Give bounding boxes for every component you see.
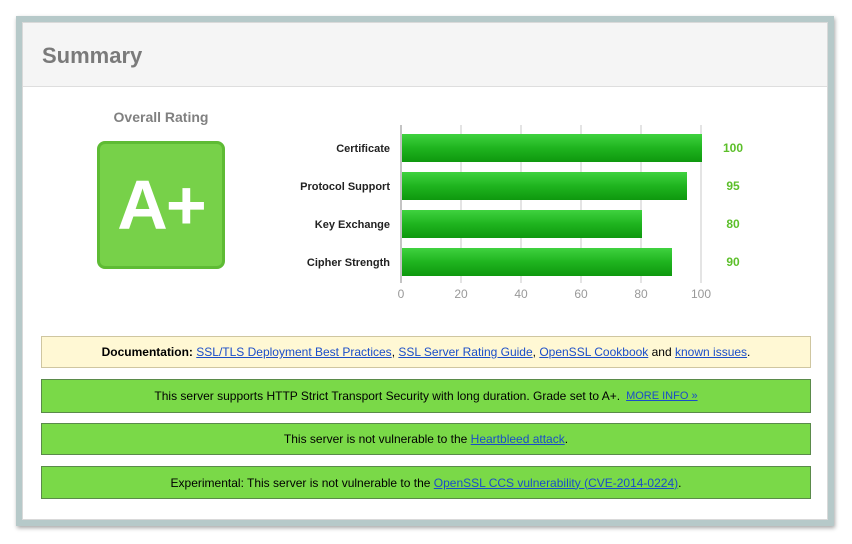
ccs-suffix: . (678, 475, 682, 490)
bar-1 (402, 172, 687, 200)
hsts-notice: This server supports HTTP Strict Transpo… (41, 379, 811, 413)
value-label-0: 100 (723, 141, 743, 155)
bar-3 (402, 248, 672, 276)
heartbleed-prefix: This server is not vulnerable to the (283, 432, 471, 446)
doc-sep-3: and (648, 345, 675, 359)
summary-panel: Summary Overall Rating A+ 0 20 40 60 80 100 Ce… (22, 22, 828, 520)
heartbleed-link[interactable]: Heartbleed attack (471, 432, 565, 446)
hsts-more-info-link[interactable]: MORE INFO » (626, 390, 698, 402)
ccs-prefix: Experimental: This server is not vulnera… (170, 475, 434, 490)
doc-link-best-practices[interactable]: SSL/TLS Deployment Best Practices (196, 345, 391, 359)
report-frame: Summary Overall Rating A+ 0 20 40 60 80 100 Ce… (16, 16, 834, 526)
doc-suffix: . (747, 345, 751, 359)
doc-link-rating-guide[interactable]: SSL Server Rating Guide (398, 345, 532, 359)
x-tick-label-0: 0 (398, 287, 405, 301)
hsts-text: This server supports HTTP Strict Transpo… (154, 389, 621, 403)
doc-link-openssl-cookbook[interactable]: OpenSSL Cookbook (539, 345, 648, 359)
value-label-2: 80 (726, 217, 740, 231)
x-tick-label-1: 20 (454, 287, 468, 301)
bar-2 (402, 210, 642, 238)
category-label-0: Certificate (336, 143, 390, 155)
doc-prefix: Documentation: (101, 345, 197, 359)
bar-0 (402, 134, 702, 162)
category-label-1: Protocol Support (300, 181, 390, 193)
doc-sep-2: , (532, 345, 540, 359)
ccs-notice: Experimental: This server is not vulnera… (41, 466, 811, 499)
heartbleed-notice: This server is not vulnerable to the Hea… (41, 423, 811, 455)
rating-bar-chart: 0 20 40 60 80 100 Certificate 100 Protocol Suppo… (300, 125, 743, 301)
category-label-2: Key Exchange (315, 219, 390, 231)
value-label-3: 90 (726, 255, 740, 269)
heartbleed-suffix: . (564, 432, 569, 446)
x-tick-label-3: 60 (574, 287, 588, 301)
doc-sep-1: , (391, 345, 399, 359)
x-tick-label-2: 40 (514, 287, 528, 301)
x-tick-label-5: 100 (691, 287, 711, 301)
x-tick-label-4: 80 (634, 287, 648, 301)
documentation-notice: Documentation: SSL/TLS Deployment Best P… (41, 336, 811, 368)
doc-link-known-issues[interactable]: known issues (675, 345, 747, 359)
category-label-3: Cipher Strength (307, 257, 390, 269)
value-label-1: 95 (726, 179, 740, 193)
ccs-link[interactable]: OpenSSL CCS vulnerability (CVE-2014-0224… (434, 476, 678, 490)
